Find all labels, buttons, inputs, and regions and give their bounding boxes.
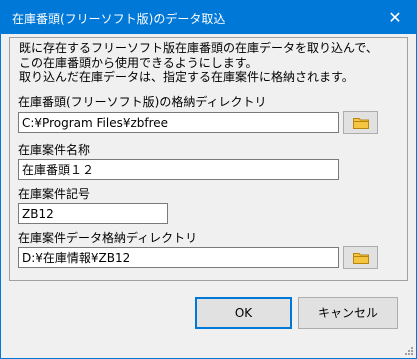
source-dir-browse-button[interactable] [343, 111, 378, 134]
description-line: 取り込んだ在庫データは、指定する在庫案件に格納されます。 [19, 70, 354, 84]
resize-grip-icon[interactable] [403, 345, 413, 355]
folder-icon [353, 118, 369, 129]
source-dir-input[interactable] [18, 112, 339, 133]
case-code-input[interactable] [18, 203, 168, 224]
source-dir-label: 在庫番頭(フリーソフト版)の格納ディレクトリ [18, 95, 267, 109]
case-name-label: 在庫案件名称 [18, 143, 91, 157]
title-bar[interactable]: 在庫番頭(フリーソフト版)のデータ取込 ✕ [1, 1, 416, 34]
description-line: 既に存在するフリーソフト版在庫番頭の在庫データを取り込んで、 [19, 41, 378, 55]
case-dir-browse-button[interactable] [343, 246, 378, 269]
description: 既に存在するフリーソフト版在庫番頭の在庫データを取り込んで、 この在庫番頭から使… [19, 41, 378, 85]
cancel-button[interactable]: キャンセル [298, 297, 398, 329]
close-icon[interactable]: ✕ [384, 7, 406, 29]
case-name-input[interactable] [18, 159, 339, 180]
folder-icon [353, 253, 369, 264]
description-line: この在庫番頭から使用できるようにします。 [19, 55, 258, 70]
case-code-label: 在庫案件記号 [18, 187, 91, 201]
window-title: 在庫番頭(フリーソフト版)のデータ取込 [12, 12, 226, 26]
case-dir-input[interactable] [18, 247, 339, 268]
dialog-window: 在庫番頭(フリーソフト版)のデータ取込 ✕ 既に存在するフリーソフト版在庫番頭の… [0, 0, 417, 359]
ok-button[interactable]: OK [195, 297, 292, 329]
case-dir-label: 在庫案件データ格納ディレクトリ [18, 231, 198, 245]
